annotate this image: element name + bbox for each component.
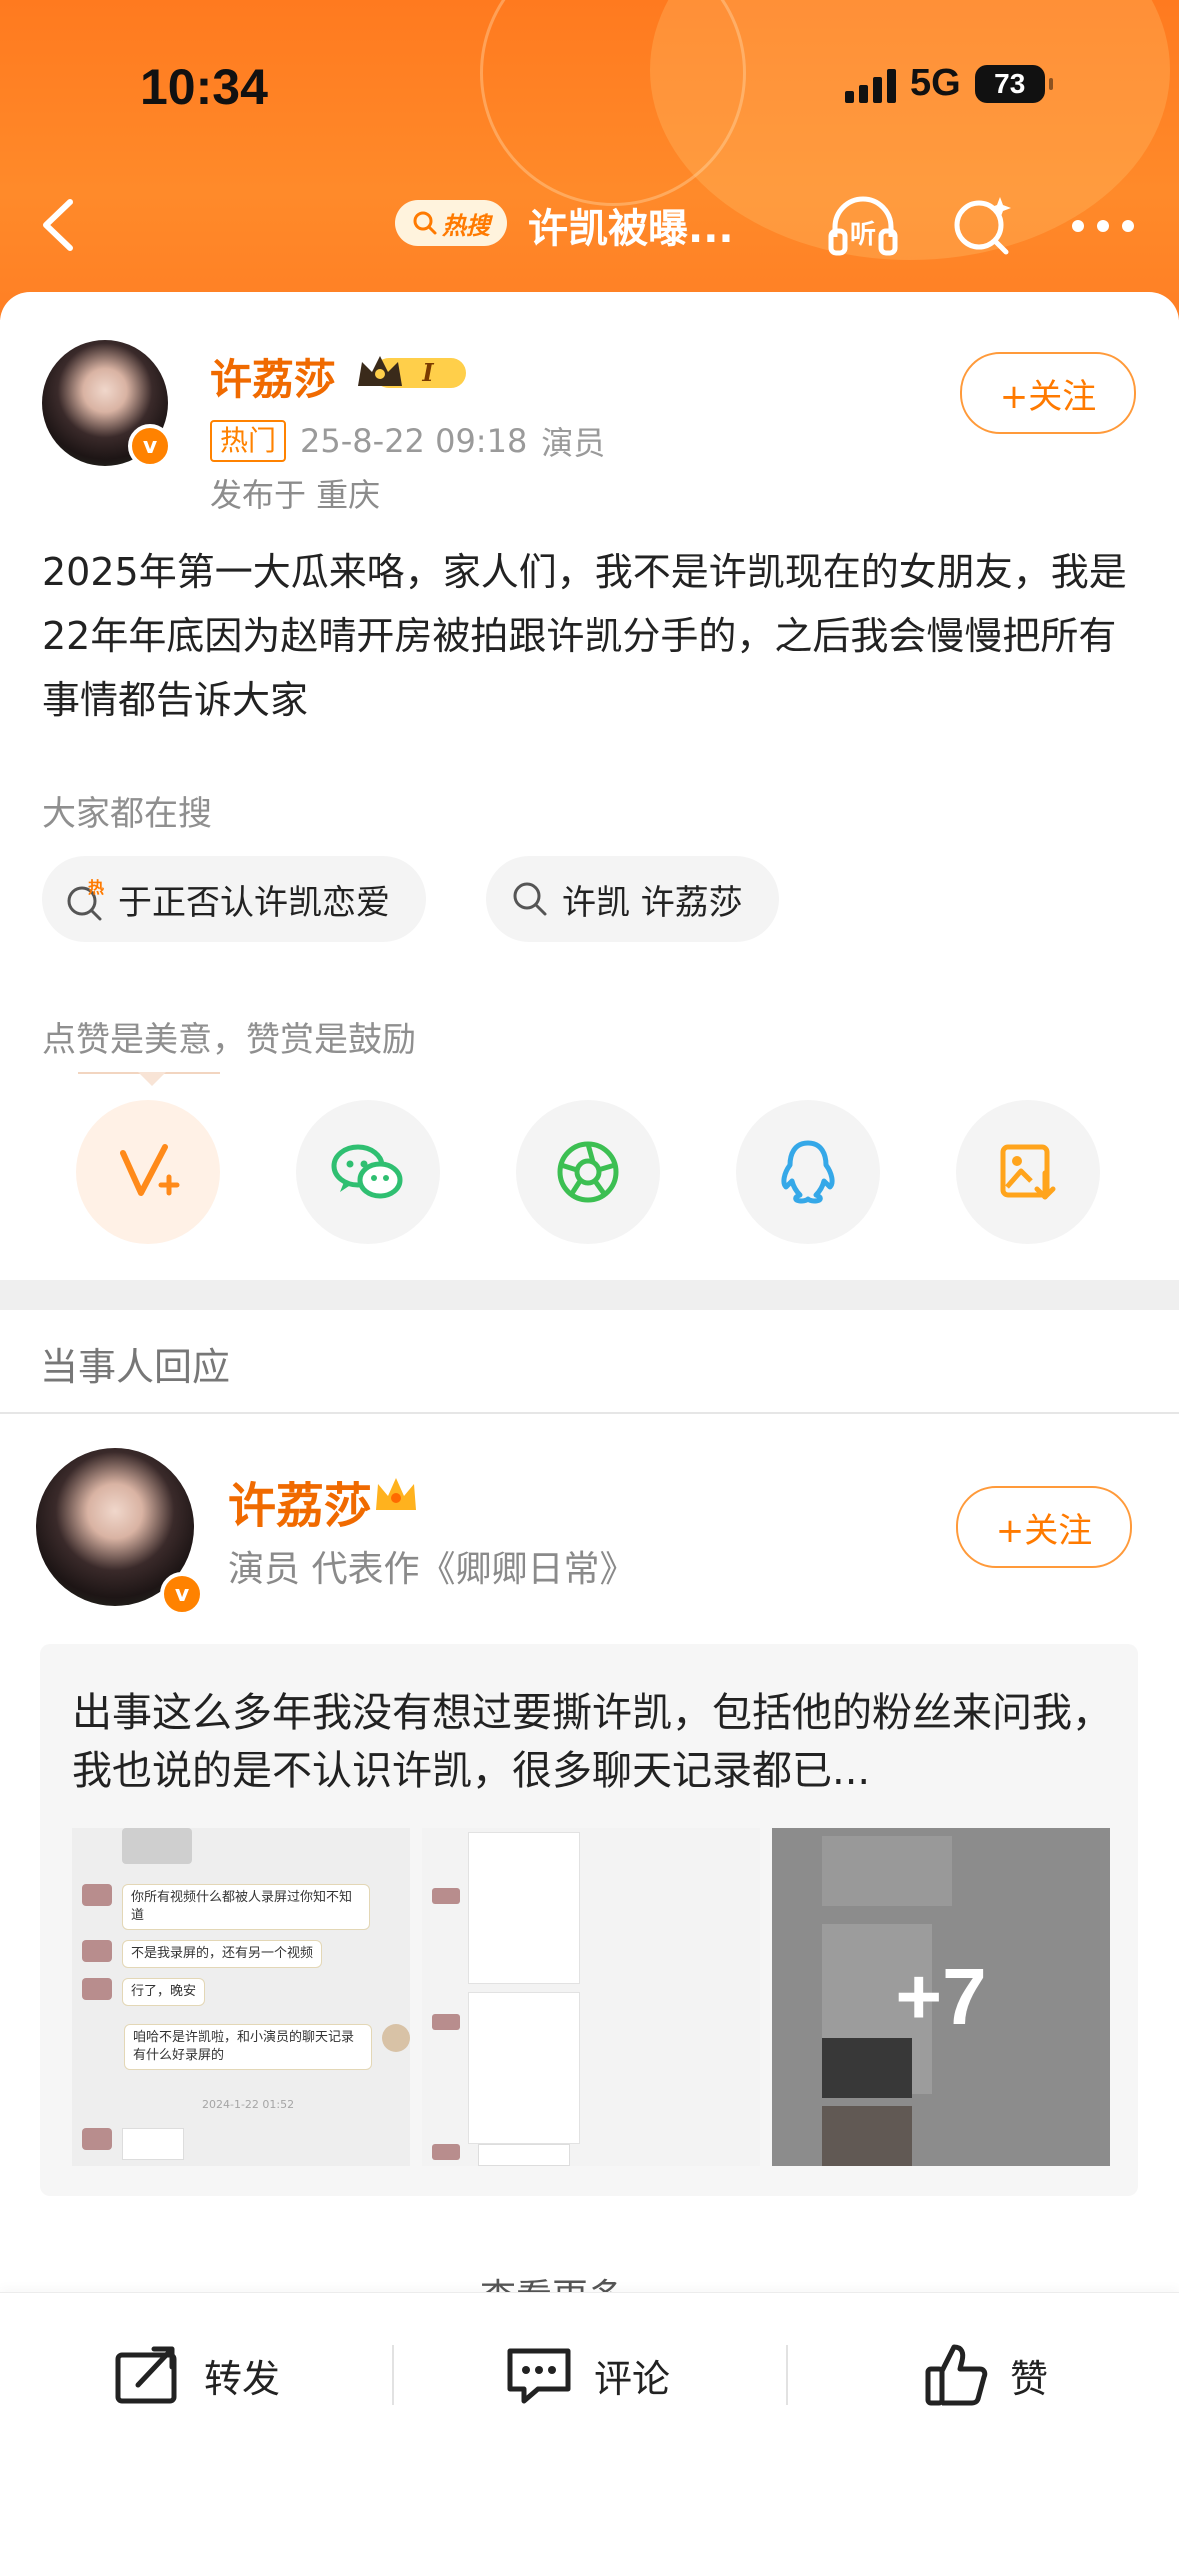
battery-icon: 73 (974, 64, 1053, 103)
search-button[interactable] (940, 188, 1026, 264)
section-divider (0, 1280, 1179, 1310)
more-images-count: +7 (772, 1828, 1110, 2166)
hot-topic-title[interactable]: 许凯被曝... (528, 196, 734, 254)
back-button[interactable] (30, 190, 90, 260)
quoted-post-text: 出事这么多年我没有想过要撕许凯，包括他的粉丝来问我，我也说的是不认识许凯，很多聊… (72, 1690, 1112, 1794)
follow-button[interactable]: +关注 (956, 1486, 1132, 1568)
crown-icon (372, 1474, 420, 1520)
response-author-name[interactable]: 许荔莎 (228, 1466, 372, 1536)
comment-label: 评论 (594, 2356, 671, 2401)
moments-icon (557, 1141, 619, 1203)
divider (0, 1412, 1179, 1414)
bar-separator (392, 2345, 394, 2405)
chat-bubble: 不是我录屏的，还有另一个视频 (122, 1940, 323, 1968)
more-dots-icon (1072, 220, 1134, 232)
like-button[interactable]: 赞 (922, 2330, 1048, 2420)
post-meta: 热门 25-8-22 09:18 演员 (210, 418, 605, 464)
member-level-badge: I (354, 350, 470, 400)
post-image[interactable] (422, 1828, 760, 2166)
search-chip[interactable]: 热 于正否认许凯恋爱 (42, 856, 426, 942)
comment-icon (507, 2348, 571, 2404)
wechat-icon (331, 1144, 403, 1199)
search-chip[interactable]: 许凯 许荔莎 (486, 856, 779, 942)
reward-button[interactable] (76, 1100, 220, 1244)
verified-badge: v (128, 424, 172, 468)
repost-icon (115, 2346, 177, 2404)
headphones-icon: 听 (828, 196, 898, 256)
battery-level: 73 (994, 67, 1026, 99)
encourage-label: 点赞是美意，赞赏是鼓励 (42, 1020, 416, 1060)
chat-bubble: 行了，晚安 (122, 1978, 206, 2006)
hot-tag: 热门 (210, 420, 287, 462)
quoted-post-card[interactable]: 出事这么多年我没有想过要撕许凯，包括他的粉丝来问我，我也说的是不认识许凯，很多聊… (40, 1644, 1138, 2196)
post-image[interactable]: +7 (772, 1828, 1110, 2166)
share-wechat-button[interactable] (296, 1100, 440, 1244)
response-section-label: 当事人回应 (40, 1345, 231, 1389)
repost-button[interactable]: 转发 (112, 2330, 280, 2420)
follow-button[interactable]: +关注 (960, 352, 1136, 434)
save-image-icon (1000, 1144, 1056, 1200)
thumbs-up-icon (925, 2344, 988, 2406)
share-qq-button[interactable] (736, 1100, 880, 1244)
author-name[interactable]: 许荔莎 (210, 346, 336, 407)
hot-search-icon: 热 (64, 877, 108, 921)
post-timestamp: 25-8-22 09:18 (300, 422, 528, 460)
more-button[interactable] (1060, 188, 1146, 264)
repost-label: 转发 (204, 2356, 281, 2401)
chat-bubble: 你所有视频什么都被人录屏过你知不知道 (122, 1884, 370, 1930)
listen-button[interactable]: 听 (820, 188, 906, 264)
search-chip-label: 许凯 许荔莎 (562, 882, 743, 923)
author-role: 演员 (541, 424, 606, 462)
response-author-meta: 演员 代表作《卿卿日常》 (228, 1549, 636, 1590)
post-image[interactable]: 你所有视频什么都被人录屏过你知不知道 不是我录屏的，还有另一个视频 行了，晚安 … (72, 1828, 410, 2166)
save-image-button[interactable] (956, 1100, 1100, 1244)
svg-text:听: 听 (850, 220, 876, 250)
verified-badge: v (160, 1572, 204, 1616)
network-type: 5G (910, 62, 961, 104)
chat-bubble: 咱哈不是许凯啦，和小演员的聊天记录有什么好录屏的 (124, 2024, 372, 2070)
svg-text:热: 热 (88, 878, 104, 897)
comment-button[interactable]: 评论 (504, 2330, 670, 2420)
chat-timestamp: 2024-1-22 01:52 (202, 2098, 295, 2111)
weibo-reward-icon (120, 1144, 180, 1196)
post-location: 发布于 重庆 (210, 476, 381, 514)
qq-icon (781, 1140, 835, 1204)
share-moments-button[interactable] (516, 1100, 660, 1244)
search-section-label: 大家都在搜 (42, 794, 212, 834)
level-label: I (421, 358, 434, 387)
encourage-pointer (138, 1072, 166, 1086)
search-icon (413, 211, 437, 235)
chevron-left-icon (43, 199, 73, 251)
post-body: 2025年第一大瓜来咯，家人们，我不是许凯现在的女朋友，我是22年年底因为赵晴开… (42, 550, 1127, 722)
status-time: 10:34 (140, 59, 268, 115)
search-icon (508, 877, 552, 921)
search-chip-label: 于正否认许凯恋爱 (118, 882, 390, 923)
signal-icon (845, 65, 896, 103)
hot-search-badge[interactable]: 热搜 (395, 200, 507, 246)
like-label: 赞 (1010, 2356, 1049, 2401)
bar-separator (786, 2345, 788, 2405)
search-sparkle-icon (954, 197, 1011, 255)
status-indicators: 5G 73 (845, 62, 1053, 105)
top-header: 10:34 5G 73 热搜 许凯被曝... 听 (0, 0, 1179, 320)
hot-badge-label: 热搜 (442, 211, 490, 240)
